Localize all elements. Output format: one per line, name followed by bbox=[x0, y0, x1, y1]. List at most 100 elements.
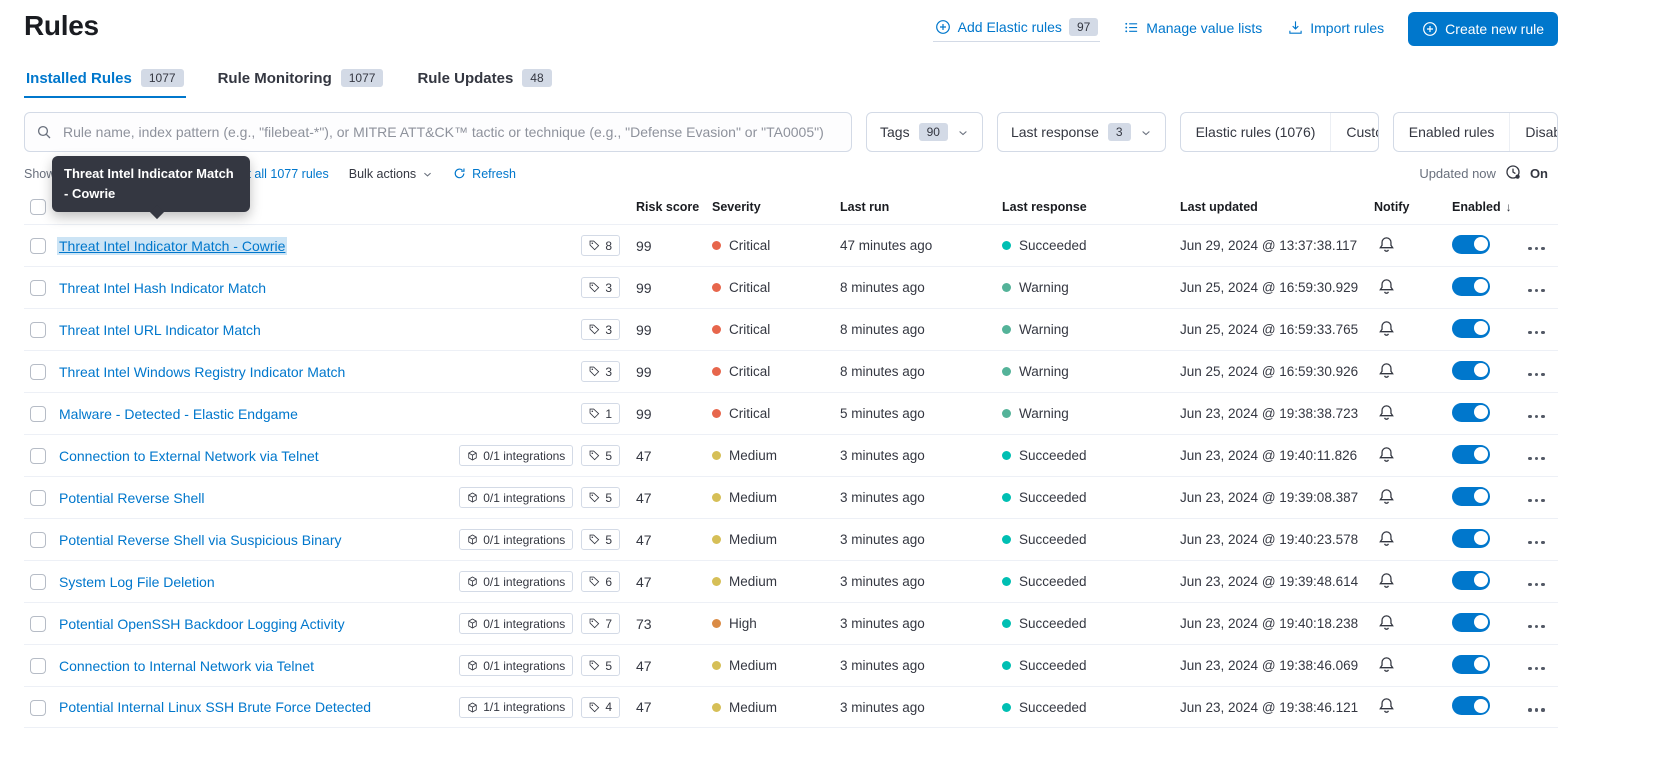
row-actions-button[interactable] bbox=[1524, 453, 1549, 465]
notify-bell-icon[interactable] bbox=[1378, 488, 1395, 508]
create-new-rule-button[interactable]: Create new rule bbox=[1408, 12, 1558, 46]
row-checkbox[interactable] bbox=[30, 532, 46, 549]
notify-bell-icon[interactable] bbox=[1378, 278, 1395, 298]
tags-badge[interactable]: 3 bbox=[581, 319, 620, 340]
tags-badge[interactable]: 5 bbox=[581, 445, 620, 466]
tags-badge[interactable]: 4 bbox=[581, 696, 620, 718]
row-actions-button[interactable] bbox=[1524, 327, 1549, 339]
rule-name-link[interactable]: Connection to External Network via Telne… bbox=[57, 447, 321, 465]
rule-name-link[interactable]: Potential OpenSSH Backdoor Logging Activ… bbox=[57, 615, 347, 633]
enabled-toggle[interactable] bbox=[1452, 318, 1490, 338]
enabled-toggle[interactable] bbox=[1452, 360, 1490, 380]
rule-name-link[interactable]: System Log File Deletion bbox=[57, 573, 217, 591]
row-actions-button[interactable] bbox=[1524, 621, 1549, 633]
row-checkbox[interactable] bbox=[30, 238, 46, 255]
row-checkbox[interactable] bbox=[30, 448, 46, 465]
select-all-checkbox[interactable] bbox=[30, 199, 46, 215]
disabled-rules-filter-button[interactable]: Disabled rules bbox=[1509, 113, 1557, 151]
integrations-badge[interactable]: 1/1 integrations bbox=[459, 696, 574, 718]
rule-name-link[interactable]: Threat Intel Hash Indicator Match bbox=[57, 279, 268, 297]
notify-bell-icon[interactable] bbox=[1378, 697, 1395, 717]
tags-badge[interactable]: 7 bbox=[581, 613, 620, 634]
notify-bell-icon[interactable] bbox=[1378, 530, 1395, 550]
tags-badge[interactable]: 5 bbox=[581, 529, 620, 550]
manage-value-lists-button[interactable]: Manage value lists bbox=[1122, 18, 1264, 41]
notify-bell-icon[interactable] bbox=[1378, 656, 1395, 676]
notify-bell-icon[interactable] bbox=[1378, 362, 1395, 382]
rule-name-link[interactable]: Potential Reverse Shell bbox=[57, 489, 207, 507]
column-header-enabled[interactable]: Enabled ↓ bbox=[1444, 200, 1524, 214]
notify-bell-icon[interactable] bbox=[1378, 236, 1395, 256]
tags-badge[interactable]: 5 bbox=[581, 487, 620, 508]
row-actions-button[interactable] bbox=[1524, 243, 1549, 255]
integrations-badge[interactable]: 0/1 integrations bbox=[459, 487, 574, 508]
integrations-badge[interactable]: 0/1 integrations bbox=[459, 571, 574, 592]
column-header-severity[interactable]: Severity bbox=[712, 200, 840, 214]
row-checkbox[interactable] bbox=[30, 574, 46, 591]
integrations-badge[interactable]: 0/1 integrations bbox=[459, 529, 574, 550]
rule-name-link[interactable]: Potential Reverse Shell via Suspicious B… bbox=[57, 531, 343, 549]
rule-name-link[interactable]: Threat Intel Indicator Match - Cowrie bbox=[57, 236, 288, 255]
row-actions-button[interactable] bbox=[1524, 663, 1549, 675]
custom-rules-filter-button[interactable]: Custom rules (1) bbox=[1330, 113, 1378, 151]
last-response-filter-button[interactable]: Last response 3 bbox=[996, 112, 1166, 152]
enabled-toggle[interactable] bbox=[1452, 402, 1490, 422]
row-checkbox[interactable] bbox=[30, 490, 46, 507]
elastic-rules-filter-button[interactable]: Elastic rules (1076) bbox=[1181, 113, 1331, 151]
tags-badge[interactable]: 8 bbox=[581, 235, 620, 256]
rule-name-link[interactable]: Malware - Detected - Elastic Endgame bbox=[57, 405, 300, 423]
enabled-toggle[interactable] bbox=[1452, 654, 1490, 674]
enabled-toggle[interactable] bbox=[1452, 276, 1490, 296]
auto-refresh-button[interactable] bbox=[1505, 164, 1521, 183]
integrations-badge[interactable]: 0/1 integrations bbox=[459, 445, 574, 466]
integrations-badge[interactable]: 0/1 integrations bbox=[459, 655, 574, 676]
row-checkbox[interactable] bbox=[30, 699, 46, 716]
row-checkbox[interactable] bbox=[30, 406, 46, 423]
refresh-button[interactable]: Refresh bbox=[453, 167, 516, 181]
row-checkbox[interactable] bbox=[30, 322, 46, 339]
add-elastic-rules-button[interactable]: Add Elastic rules 97 bbox=[932, 16, 1101, 42]
rule-name-link[interactable]: Connection to Internal Network via Telne… bbox=[57, 657, 316, 675]
tags-badge[interactable]: 1 bbox=[581, 403, 620, 424]
row-checkbox[interactable] bbox=[30, 280, 46, 297]
row-checkbox[interactable] bbox=[30, 616, 46, 633]
rule-search-input[interactable] bbox=[61, 123, 840, 141]
row-actions-button[interactable] bbox=[1524, 411, 1549, 423]
enabled-toggle[interactable] bbox=[1452, 486, 1490, 506]
row-actions-button[interactable] bbox=[1524, 537, 1549, 549]
tags-badge[interactable]: 3 bbox=[581, 361, 620, 382]
column-header-risk-score[interactable]: Risk score bbox=[636, 200, 712, 214]
column-header-last-response[interactable]: Last response bbox=[1002, 200, 1180, 214]
tab-installed-rules[interactable]: Installed Rules 1077 bbox=[24, 62, 186, 98]
row-checkbox[interactable] bbox=[30, 658, 46, 675]
enabled-toggle[interactable] bbox=[1452, 570, 1490, 590]
row-actions-button[interactable] bbox=[1524, 369, 1549, 381]
tab-rule-monitoring[interactable]: Rule Monitoring 1077 bbox=[216, 62, 386, 98]
enabled-rules-filter-button[interactable]: Enabled rules bbox=[1394, 113, 1510, 151]
notify-bell-icon[interactable] bbox=[1378, 614, 1395, 634]
tab-rule-updates[interactable]: Rule Updates 48 bbox=[415, 62, 553, 98]
import-rules-button[interactable]: Import rules bbox=[1286, 18, 1386, 41]
enabled-toggle[interactable] bbox=[1452, 444, 1490, 464]
enabled-toggle[interactable] bbox=[1452, 612, 1490, 632]
notify-bell-icon[interactable] bbox=[1378, 404, 1395, 424]
row-actions-button[interactable] bbox=[1524, 579, 1549, 591]
enabled-toggle[interactable] bbox=[1452, 528, 1490, 548]
enabled-toggle[interactable] bbox=[1452, 234, 1490, 254]
notify-bell-icon[interactable] bbox=[1378, 572, 1395, 592]
notify-bell-icon[interactable] bbox=[1378, 446, 1395, 466]
column-header-last-updated[interactable]: Last updated bbox=[1180, 200, 1372, 214]
tags-badge[interactable]: 5 bbox=[581, 655, 620, 676]
notify-bell-icon[interactable] bbox=[1378, 320, 1395, 340]
rule-name-link[interactable]: Threat Intel URL Indicator Match bbox=[57, 321, 263, 339]
row-actions-button[interactable] bbox=[1524, 704, 1549, 716]
row-actions-button[interactable] bbox=[1524, 285, 1549, 297]
row-checkbox[interactable] bbox=[30, 364, 46, 381]
rule-name-link[interactable]: Threat Intel Windows Registry Indicator … bbox=[57, 363, 347, 381]
tags-badge[interactable]: 6 bbox=[581, 571, 620, 592]
bulk-actions-button[interactable]: Bulk actions bbox=[349, 167, 433, 181]
integrations-badge[interactable]: 0/1 integrations bbox=[459, 613, 574, 634]
column-header-notify[interactable]: Notify bbox=[1372, 200, 1444, 214]
column-header-last-run[interactable]: Last run bbox=[840, 200, 1002, 214]
tags-badge[interactable]: 3 bbox=[581, 277, 620, 298]
